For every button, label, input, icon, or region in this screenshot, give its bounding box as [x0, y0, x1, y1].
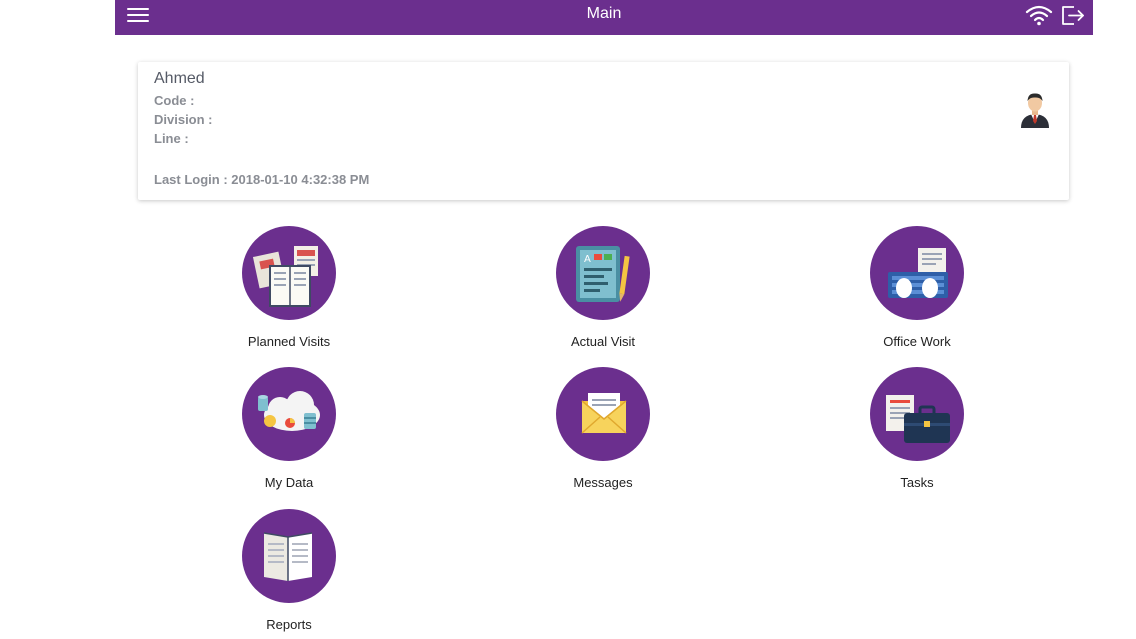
tile-label: Actual Visit — [570, 334, 636, 349]
page-title: Main — [586, 5, 622, 22]
user-code-label: Code : — [154, 93, 195, 108]
tile-actual-visit[interactable]: A Actual Visit — [503, 226, 703, 356]
tile-label: Planned Visits — [247, 334, 331, 349]
messages-icon — [556, 367, 650, 461]
tile-tasks[interactable]: Tasks — [817, 367, 1017, 497]
tile-label: Office Work — [883, 334, 951, 349]
tile-label: My Data — [264, 475, 314, 490]
last-login-text: Last Login : 2018-01-10 4:32:38 PM — [154, 172, 370, 187]
my-data-icon — [242, 367, 336, 461]
tile-messages[interactable]: Messages — [503, 367, 703, 497]
office-work-icon — [870, 226, 964, 320]
tile-reports[interactable]: Reports — [189, 509, 389, 639]
wifi-icon[interactable] — [1025, 4, 1053, 26]
top-app-bar: Main — [115, 0, 1093, 35]
businessman-avatar-icon — [1018, 90, 1052, 128]
reports-icon — [242, 509, 336, 603]
user-division-label: Division : — [154, 112, 213, 127]
actual-visit-icon: A — [556, 226, 650, 320]
user-line-label: Line : — [154, 131, 189, 146]
tile-my-data[interactable]: My Data — [189, 367, 389, 497]
app-window: Main Ahmed Code : Division : Line : Last… — [115, 0, 1093, 639]
svg-text:A: A — [584, 254, 591, 265]
tile-label: Reports — [266, 617, 312, 632]
user-name: Ahmed — [154, 70, 205, 87]
tile-label: Tasks — [900, 475, 934, 490]
tile-planned-visits[interactable]: Planned Visits — [189, 226, 389, 356]
tasks-icon — [870, 367, 964, 461]
tile-label: Messages — [573, 475, 633, 490]
user-info-card: Ahmed Code : Division : Line : Last Logi… — [138, 62, 1069, 200]
logout-icon[interactable] — [1060, 3, 1086, 27]
planned-visits-icon — [242, 226, 336, 320]
tile-office-work[interactable]: Office Work — [817, 226, 1017, 356]
